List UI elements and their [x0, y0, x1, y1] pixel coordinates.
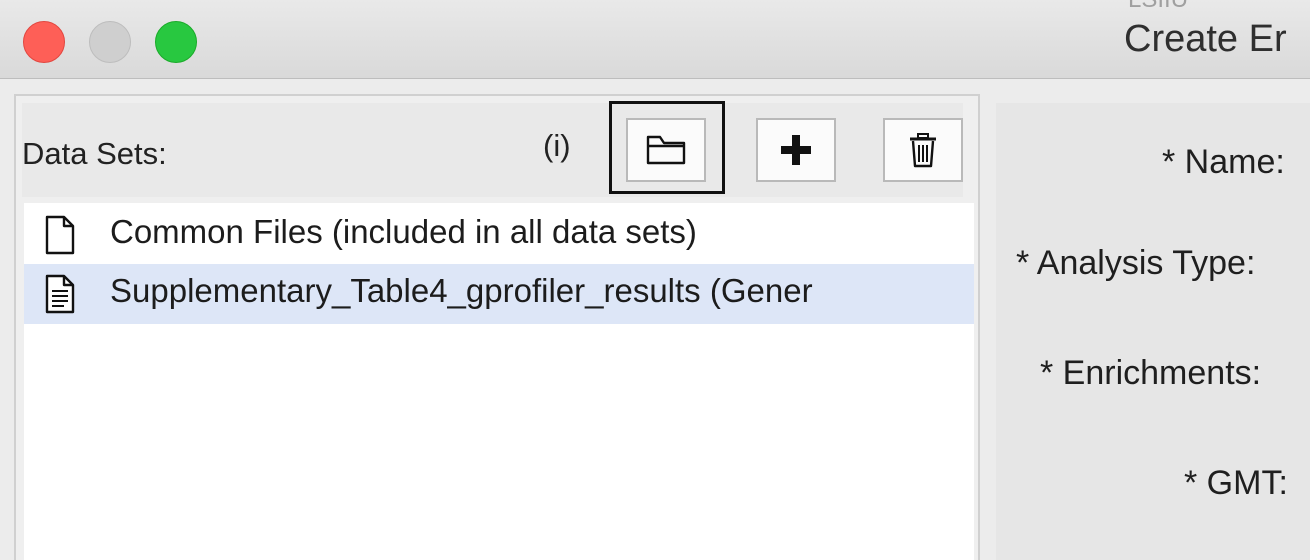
data-sets-label: Data Sets: — [22, 136, 167, 171]
enrichments-label: * Enrichments: — [1040, 354, 1262, 392]
gmt-label: * GMT: — [1184, 464, 1288, 502]
title-bar: Create Er — [0, 0, 1310, 79]
plus-icon — [781, 135, 811, 165]
folder-icon — [646, 135, 686, 165]
maximize-window-button[interactable] — [155, 21, 197, 63]
name-label: * Name: — [1162, 143, 1285, 181]
list-item-label: Supplementary_Table4_gprofiler_results (… — [110, 272, 813, 309]
window-title: Create Er — [1124, 18, 1287, 60]
document-icon — [45, 274, 75, 314]
open-folder-button[interactable] — [626, 118, 706, 182]
trash-icon — [910, 133, 936, 168]
file-icon — [45, 215, 75, 255]
minimize-window-button[interactable] — [89, 21, 131, 63]
add-data-set-button[interactable] — [756, 118, 836, 182]
info-indicator[interactable]: (i) — [543, 128, 571, 164]
list-item-selected[interactable]: Supplementary_Table4_gprofiler_results (… — [24, 264, 974, 324]
list-item-label: Common Files (included in all data sets) — [110, 213, 697, 250]
analysis-type-label: * Analysis Type: — [1016, 244, 1256, 282]
list-item[interactable]: Common Files (included in all data sets) — [24, 205, 974, 265]
close-window-button[interactable] — [23, 21, 65, 63]
delete-data-set-button[interactable] — [883, 118, 963, 182]
data-sets-list[interactable]: Common Files (included in all data sets)… — [24, 203, 974, 560]
background-window-text: LSIIU — [1128, 0, 1188, 14]
